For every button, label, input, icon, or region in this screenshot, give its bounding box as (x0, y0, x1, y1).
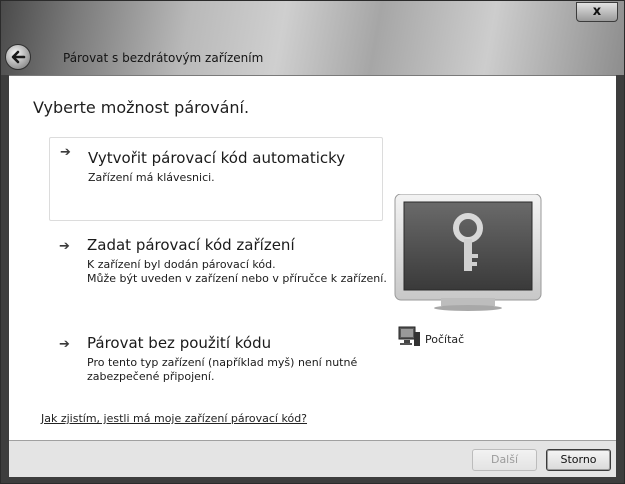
monitor-key-icon (394, 194, 542, 311)
close-button[interactable]: x (576, 2, 618, 22)
cancel-button[interactable]: Storno (546, 449, 611, 471)
title-bar: x Párovat s bezdrátovým zařízením (1, 1, 624, 75)
option-no-code[interactable]: ➔ Párovat bez použití kódu Pro tento typ… (49, 334, 381, 390)
back-arrow-icon (11, 50, 26, 64)
window-title: Párovat s bezdrátovým zařízením (63, 51, 264, 65)
content-area: Vyberte možnost párování. ➔ Vytvořit pár… (9, 75, 616, 441)
computer-icon (398, 326, 420, 346)
option-enter-device-code[interactable]: ➔ Zadat párovací kód zařízení K zařízení… (49, 236, 387, 296)
computer-label: Počítač (425, 333, 465, 346)
option-auto-code[interactable]: ➔ Vytvořit párovací kód automaticky Zaří… (49, 137, 383, 221)
next-button[interactable]: Další (472, 449, 537, 471)
pairing-code-help-link[interactable]: Jak zjistím, jestli má moje zařízení pár… (41, 412, 307, 425)
option-desc: Zařízení má klávesnici. (88, 171, 215, 184)
option-desc: K zařízení byl dodán párovací kód. Může … (87, 258, 387, 285)
option-desc: Pro tento typ zařízení (například myš) n… (87, 356, 358, 383)
pairing-dialog: x Párovat s bezdrátovým zařízením Vybert… (0, 0, 625, 484)
arrow-right-icon: ➔ (59, 239, 70, 254)
option-title: Vytvořit párovací kód automaticky (88, 149, 346, 167)
back-button[interactable] (5, 44, 31, 70)
page-heading: Vyberte možnost párování. (33, 98, 250, 117)
button-bar: Další Storno (9, 440, 616, 477)
arrow-right-icon: ➔ (59, 337, 70, 352)
option-title: Zadat párovací kód zařízení (87, 236, 295, 254)
option-title: Párovat bez použití kódu (87, 334, 272, 352)
arrow-right-icon: ➔ (60, 145, 71, 160)
